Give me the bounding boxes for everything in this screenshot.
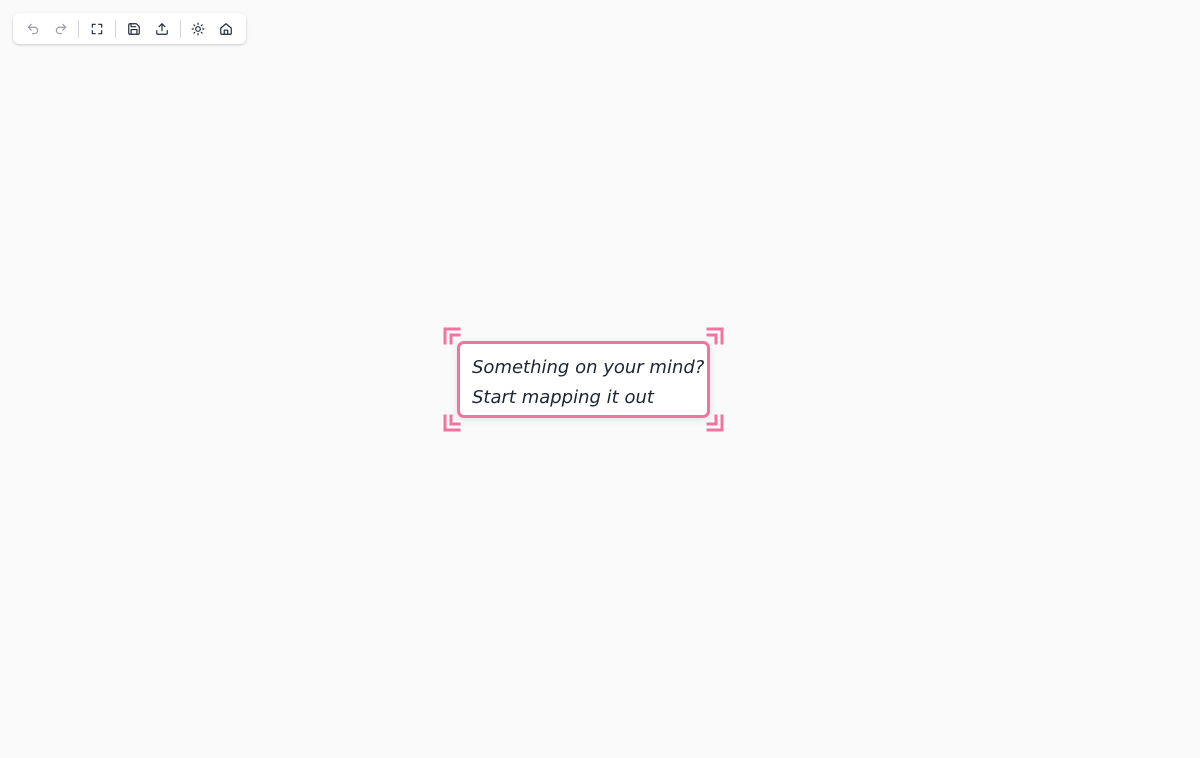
- fit-view-icon: [92, 23, 103, 34]
- export-button[interactable]: [148, 17, 176, 41]
- toolbar-divider: [179, 19, 181, 38]
- root-node-line-1: Something on your mind?: [472, 357, 705, 378]
- root-node-selection: Something on your mind? Start mapping it…: [443, 327, 724, 432]
- selection-corner-bottom-right: [706, 414, 724, 432]
- selection-corner-top-right: [706, 327, 724, 345]
- undo-icon: [27, 23, 39, 34]
- home-button[interactable]: [212, 17, 240, 41]
- undo-button[interactable]: [19, 17, 47, 41]
- sun-icon: [191, 22, 205, 35]
- upload-icon: [155, 22, 168, 35]
- mind-map-canvas[interactable]: Something on your mind? Start mapping it…: [0, 0, 1200, 758]
- save-button[interactable]: [120, 17, 148, 41]
- redo-icon: [55, 23, 66, 34]
- toolbar-divider: [115, 19, 117, 38]
- toolbar-divider: [78, 19, 80, 38]
- theme-toggle-button[interactable]: [185, 17, 213, 41]
- selection-corner-bottom-left: [443, 414, 461, 432]
- save-icon: [128, 22, 140, 35]
- root-node[interactable]: Something on your mind? Start mapping it…: [457, 341, 710, 418]
- root-node-line-2: Start mapping it out: [472, 387, 654, 408]
- toolbar: [13, 13, 246, 44]
- redo-button[interactable]: [47, 17, 75, 41]
- fit-view-button[interactable]: [83, 17, 111, 41]
- home-icon: [220, 22, 232, 35]
